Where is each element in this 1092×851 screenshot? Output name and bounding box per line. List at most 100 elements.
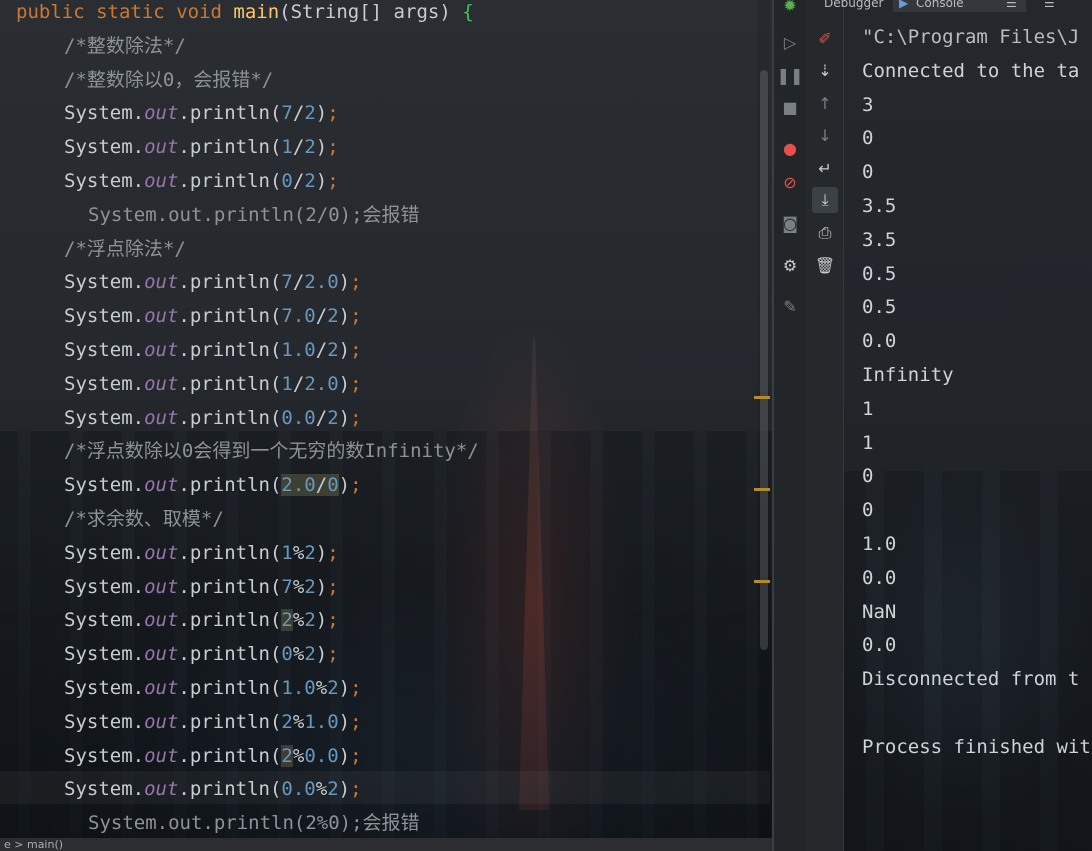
open-paren: ( (269, 339, 282, 361)
field-name: out (144, 474, 179, 497)
pin-icon[interactable]: ✎ (777, 293, 803, 319)
semicolon: ; (327, 541, 339, 564)
println-statement[interactable]: System.out.println(7.0/2); (64, 304, 362, 338)
println-statement[interactable]: System.out.println(2.0/0); (64, 473, 362, 507)
field-name: out (144, 102, 179, 125)
method-signature-line[interactable]: public static void main(String[] args) { (16, 0, 474, 34)
close-paren: ) (315, 609, 328, 632)
settings-icon[interactable]: ⚙ (777, 252, 803, 278)
soft-wrap-icon[interactable]: ↵ (812, 155, 838, 181)
number-literal: 2 (304, 575, 316, 598)
tab-debugger[interactable]: Debugger (824, 0, 883, 10)
bug-icon[interactable]: ✹ (777, 0, 803, 18)
error-stripe-marker[interactable] (754, 488, 770, 491)
method-name: main (233, 1, 280, 23)
operator: / (292, 271, 305, 294)
sort-icon[interactable]: ⇣ (812, 57, 838, 83)
code-editor[interactable]: public static void main(String[] args) {… (0, 0, 772, 851)
dot: . (132, 102, 145, 125)
comment-line[interactable]: /*浮点数除以0会得到一个无穷的数Infinity*/ (64, 439, 479, 473)
number-literal: 0.0 (281, 406, 316, 429)
number-literal: 1 (281, 541, 293, 564)
layout-icon[interactable]: ☰ (1044, 0, 1055, 10)
error-stripe-marker[interactable] (754, 580, 770, 583)
println-statement[interactable]: System.out.println(7/2); (64, 101, 339, 135)
println-statement[interactable]: System.out.println(1/2); (64, 135, 339, 169)
close-paren: ) (315, 575, 328, 598)
println-statement[interactable]: System.out.println(0%2); (64, 642, 339, 676)
operator: % (292, 710, 305, 733)
comment-line[interactable]: /*浮点除法*/ (64, 237, 186, 271)
method-call: println (189, 575, 270, 598)
view-breakpoints-icon[interactable]: ● (777, 135, 803, 161)
console-line: 3.5 (862, 228, 897, 251)
println-statement[interactable]: System.out.println(2%1.0); (64, 710, 362, 744)
open-paren: ( (269, 406, 282, 429)
breadcrumb[interactable]: e > main() (0, 838, 772, 851)
clear-all-icon[interactable]: ✐ (812, 25, 838, 51)
resume-icon[interactable]: ▷ (777, 29, 803, 55)
close-paren: ) (315, 102, 328, 125)
scroll-to-end-icon[interactable]: ⤓ (812, 187, 838, 213)
open-paren: ( (269, 541, 282, 564)
class-name: System (64, 474, 133, 497)
comment-line[interactable]: /*整数除以0，会报错*/ (64, 68, 273, 102)
mute-breakpoints-icon[interactable]: ⊘ (777, 169, 803, 195)
semicolon: ; (350, 778, 362, 801)
println-statement[interactable]: System.out.println(2%0.0); (64, 744, 362, 778)
semicolon: ; (350, 271, 362, 294)
println-statement[interactable]: System.out.println(2%2); (64, 608, 339, 642)
field-name: out (144, 778, 179, 801)
class-name: System (64, 372, 133, 395)
tab-console[interactable]: Console (916, 0, 964, 10)
dot: . (178, 339, 190, 361)
comment-line[interactable]: /*整数除法*/ (64, 34, 186, 68)
error-stripe-marker[interactable] (754, 396, 770, 399)
console-tab-icon: ▶ (899, 0, 909, 10)
console-line: 0.5 (862, 262, 897, 285)
operator: / (315, 406, 328, 429)
trash-icon[interactable]: 🗑 (812, 252, 838, 278)
number-literal: 2 (304, 541, 316, 564)
semicolon: ; (350, 406, 362, 429)
println-statement[interactable]: System.out.println(0/2); (64, 169, 339, 203)
println-statement[interactable]: System.out.println(1.0/2); (64, 338, 362, 372)
println-statement[interactable]: System.out.println(7%2); (64, 575, 339, 609)
operator: / (292, 372, 305, 395)
println-statement[interactable]: System.out.println(7/2.0); (64, 270, 362, 304)
println-statement[interactable]: System.out.println(1%2); (64, 541, 339, 575)
field-name: out (144, 406, 179, 429)
print-icon[interactable]: ⎙ (812, 220, 838, 246)
operator: % (292, 744, 305, 767)
number-literal: 1.0 (281, 677, 316, 699)
console-line: 0.0 (862, 566, 897, 589)
commented-out-line[interactable]: System.out.println(2/0);会报错 (88, 203, 420, 237)
editor-scrollbar-thumb[interactable] (760, 70, 768, 650)
println-statement[interactable]: System.out.println(0.0%2); (64, 777, 362, 811)
println-statement[interactable]: System.out.println(1/2.0); (64, 372, 362, 406)
open-paren: ( (269, 609, 282, 632)
comment-line[interactable]: /*求余数、取模*/ (64, 507, 224, 541)
println-statement[interactable]: System.out.println(1.0%2); (64, 676, 362, 710)
pause-icon[interactable]: ❚❚ (777, 62, 804, 88)
console-output-panel[interactable] (844, 0, 1092, 851)
camera-icon[interactable]: ◙ (777, 210, 803, 236)
menu-icon[interactable]: ☰ (1006, 0, 1017, 10)
highlighted-expression: 2.0/0 (281, 474, 339, 497)
dot: . (132, 541, 145, 564)
println-statement[interactable]: System.out.println(0.0/2); (64, 406, 362, 440)
console-line: 0.5 (862, 296, 897, 319)
console-line: 3 (862, 93, 874, 116)
semicolon: ; (350, 372, 362, 395)
number-literal: 0.0 (304, 744, 339, 767)
class-name: System (64, 643, 133, 666)
dot: . (132, 406, 145, 429)
console-line: 0.0 (862, 634, 897, 657)
dot: . (178, 474, 190, 497)
open-paren: ( (269, 677, 282, 699)
open-paren: ( (269, 575, 282, 598)
class-name: System (64, 710, 133, 733)
stop-icon[interactable]: ■ (777, 94, 803, 120)
up-arrow-icon[interactable]: ↑ (812, 90, 838, 116)
down-arrow-icon[interactable]: ↓ (812, 122, 838, 148)
